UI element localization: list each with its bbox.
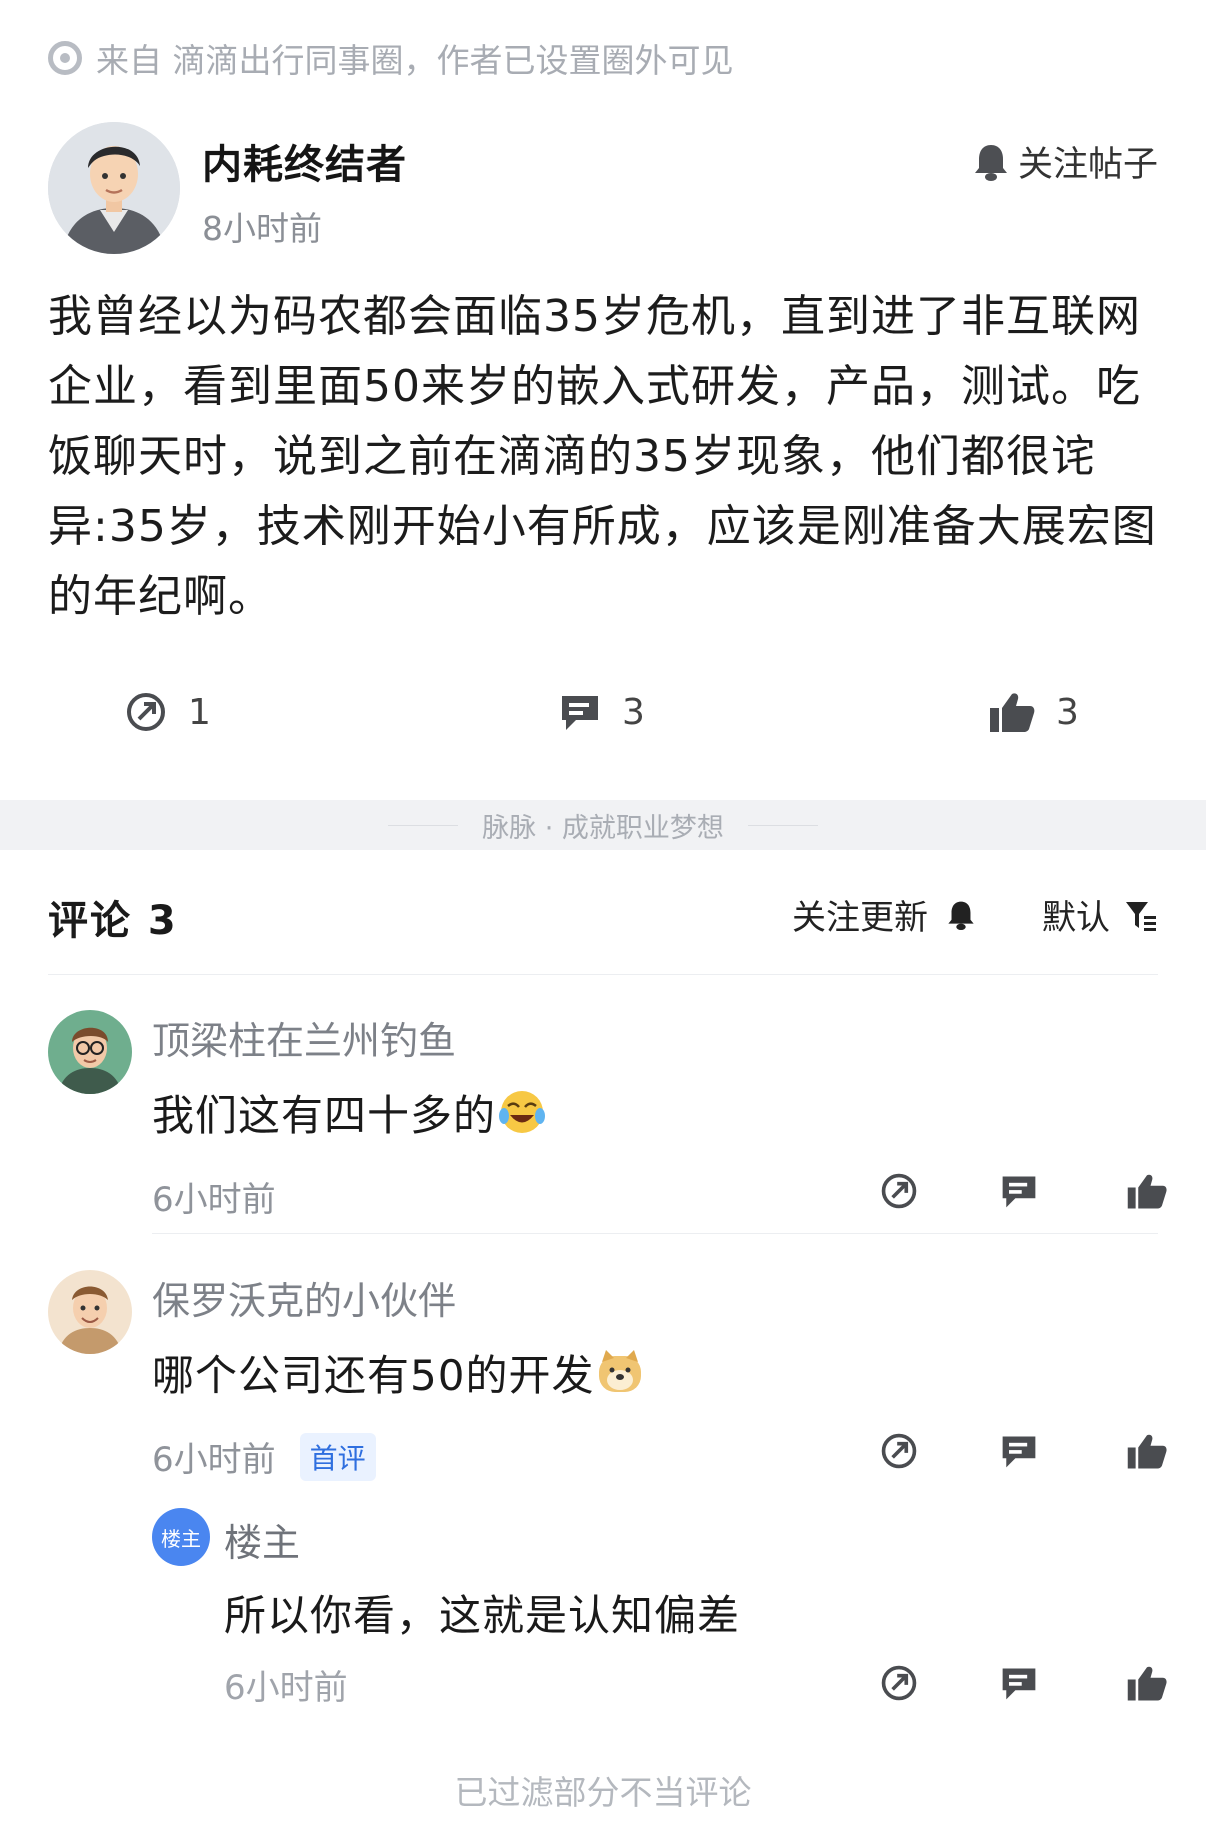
reply-item: 楼主 楼主 所以你看，这就是认知偏差 6小时前: [152, 1508, 1167, 1718]
share-icon: [881, 1665, 917, 1701]
comment-time: 6小时前: [152, 1440, 276, 1480]
filter-icon: [1126, 901, 1156, 931]
like-count: 3: [1056, 691, 1079, 733]
slogan-text: 脉脉 · 成就职业梦想: [482, 812, 724, 844]
comment-time: 6小时前: [152, 1180, 276, 1220]
comment-actions: [858, 1424, 1167, 1478]
follow-post-button[interactable]: 关注帖子: [972, 136, 1158, 187]
sort-label: 默认: [1042, 898, 1110, 938]
comments-header: 评论 3 关注更新 默认: [48, 884, 1158, 944]
like-button[interactable]: 3: [988, 680, 1079, 744]
follow-post-label: 关注帖子: [1017, 145, 1158, 185]
bell-icon: [974, 144, 1007, 181]
divider: [48, 974, 1158, 975]
commenter-name[interactable]: 顶梁柱在兰州钓鱼: [152, 1010, 456, 1065]
thumbs-up-icon: [1127, 1174, 1167, 1209]
comment-text-content: 哪个公司还有50的开发: [152, 1351, 595, 1400]
share-button[interactable]: [874, 1164, 924, 1218]
commenter-name[interactable]: 保罗沃克的小伙伴: [152, 1270, 456, 1325]
reply-author-name[interactable]: 楼主: [224, 1512, 300, 1567]
comment-icon: [1002, 1176, 1036, 1208]
like-button[interactable]: [1122, 1656, 1172, 1710]
share-button[interactable]: [874, 1656, 924, 1710]
comment-button[interactable]: 3: [558, 680, 1206, 744]
author-header: 内耗终结者 8小时前 关注帖子: [48, 122, 1158, 256]
slogan-band: 脉脉 · 成就职业梦想: [0, 800, 1206, 850]
doge-emoji: [599, 1350, 642, 1392]
commenter-avatar[interactable]: [48, 1270, 132, 1354]
thumbs-up-icon: [990, 693, 1035, 732]
share-button[interactable]: [874, 1424, 924, 1478]
comment-icon: [562, 696, 598, 730]
divider: [388, 824, 459, 826]
reply-time: 6小时前: [224, 1668, 348, 1708]
comment-meta: 6小时前 首评: [152, 1432, 376, 1481]
share-icon: [127, 693, 165, 731]
comment-icon: [1002, 1436, 1036, 1468]
comment-item: 顶梁柱在兰州钓鱼 我们这有四十多的 6小时前: [48, 1010, 1167, 1220]
like-button[interactable]: [1122, 1424, 1172, 1478]
comment-actions: [858, 1164, 1167, 1218]
author-name[interactable]: 内耗终结者: [202, 132, 407, 190]
comment-item: 保罗沃克的小伙伴 哪个公司还有50的开发 6小时前 首评: [48, 1270, 1167, 1481]
op-avatar-badge: 楼主: [152, 1508, 210, 1566]
thumbs-up-icon: [1127, 1434, 1167, 1469]
thumbs-up-icon: [1127, 1666, 1167, 1701]
avatar-illustration: [48, 122, 180, 254]
circle-icon: [48, 41, 82, 75]
share-icon: [881, 1433, 917, 1469]
like-button[interactable]: [1122, 1164, 1172, 1218]
divider: [747, 824, 818, 826]
author-avatar[interactable]: [48, 122, 180, 254]
bell-icon: [948, 901, 974, 930]
laughing-crying-emoji: [499, 1091, 546, 1133]
reply-text: 所以你看，这就是认知偏差: [224, 1591, 741, 1640]
reply-button[interactable]: [994, 1656, 1044, 1710]
avatar-illustration: [48, 1270, 132, 1354]
post-detail-page: 来自 滴滴出行同事圈，作者已设置圈外可见 内耗终结者 8小时前 关注帖子 我曾经…: [0, 0, 1206, 1826]
comment-text: 哪个公司还有50的开发: [152, 1342, 644, 1403]
reply-button[interactable]: [994, 1424, 1044, 1478]
reply-actions: [858, 1656, 1167, 1710]
share-icon: [881, 1173, 917, 1209]
post-time: 8小时前: [202, 209, 322, 248]
comment-meta: 6小时前: [152, 1172, 276, 1221]
avatar-illustration: [48, 1010, 132, 1094]
follow-updates-label: 关注更新: [792, 898, 928, 938]
share-count: 1: [188, 691, 211, 733]
follow-updates-button[interactable]: 关注更新: [792, 890, 976, 939]
comment-text: 我们这有四十多的: [152, 1082, 546, 1143]
share-button[interactable]: 1: [124, 680, 211, 744]
reply-button[interactable]: [994, 1164, 1044, 1218]
comment-text-content: 我们这有四十多的: [152, 1091, 497, 1140]
comment-count: 3: [622, 691, 645, 733]
filtered-notice: 已过滤部分不当评论: [454, 1773, 752, 1812]
post-body: 我曾经以为码农都会面临35岁危机，直到进了非互联网企业，看到里面50来岁的嵌入式…: [48, 291, 1157, 622]
commenter-avatar[interactable]: [48, 1010, 132, 1094]
post-action-bar: 1 3 3: [0, 680, 1206, 744]
source-text: 来自 滴滴出行同事圈，作者已设置圈外可见: [96, 41, 734, 80]
divider: [152, 1233, 1158, 1234]
comments-title: 评论 3: [48, 898, 178, 944]
source-line[interactable]: 来自 滴滴出行同事圈，作者已设置圈外可见: [48, 36, 734, 80]
comment-icon: [1002, 1668, 1036, 1700]
sort-dropdown[interactable]: 默认: [1042, 890, 1158, 939]
first-comment-badge: 首评: [299, 1432, 376, 1481]
